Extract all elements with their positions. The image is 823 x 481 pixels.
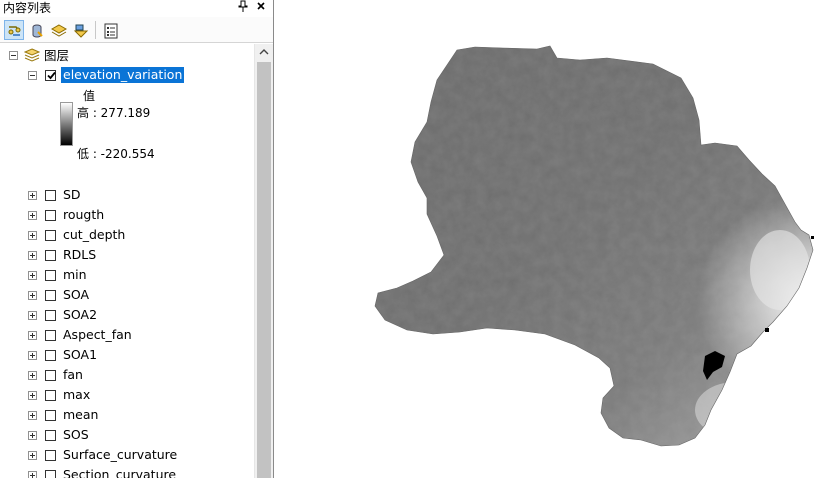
elevation-surface [375, 46, 813, 446]
list-by-drawing-order-button[interactable] [4, 20, 24, 40]
expand-icon[interactable] [28, 251, 37, 260]
layer-label: rougth [63, 207, 105, 222]
layer-visibility-checkbox[interactable] [45, 270, 56, 281]
layer-visibility-checkbox[interactable] [45, 330, 56, 341]
layer-group-row[interactable]: 图层 [0, 47, 254, 65]
layer-row[interactable]: SOS [0, 427, 254, 445]
pin-icon[interactable] [236, 0, 250, 16]
layer-label: RDLS [63, 247, 97, 262]
expand-icon[interactable] [28, 271, 37, 280]
layer-label: cut_depth [63, 227, 126, 242]
toc-title: 内容列表 [3, 1, 52, 15]
layer-row[interactable]: RDLS [0, 247, 254, 265]
layer-label: SOA1 [63, 347, 98, 362]
list-by-visibility-button[interactable] [48, 20, 68, 40]
layer-label: Aspect_fan [63, 327, 132, 342]
legend-high-label: 高 : 277.189 [77, 106, 151, 120]
expand-icon[interactable] [28, 331, 37, 340]
layer-row[interactable]: SOA [0, 287, 254, 305]
low-value-speck [765, 328, 769, 332]
toc-vertical-scrollbar[interactable] [254, 44, 273, 478]
expand-icon[interactable] [28, 411, 37, 420]
layer-label: SOA2 [63, 307, 98, 322]
layer-label: fan [63, 367, 83, 382]
layer-visibility-checkbox[interactable] [45, 250, 56, 261]
layer-visibility-checkbox[interactable] [45, 350, 56, 361]
low-value-speck [811, 236, 814, 239]
layer-tree: 图层 elevation_variation 值 高 : 277.189 低 :… [0, 44, 254, 478]
layer-row-elevation-variation[interactable]: elevation_variation [0, 67, 254, 85]
checkmark-icon [47, 71, 56, 80]
layer-row[interactable]: cut_depth [0, 227, 254, 245]
layer-row[interactable]: max [0, 387, 254, 405]
layer-row[interactable]: fan [0, 367, 254, 385]
collapse-icon[interactable] [28, 71, 37, 80]
close-icon[interactable] [254, 0, 268, 16]
layer-visibility-checkbox[interactable] [45, 230, 56, 241]
expand-icon[interactable] [28, 371, 37, 380]
table-of-contents-panel: 内容列表 图层 elevation_variation 值 高: 277.18… [0, 0, 274, 478]
legend-low-label: 低 : -220.554 [77, 147, 155, 161]
expand-icon[interactable] [28, 231, 37, 240]
layer-row[interactable]: SOA1 [0, 347, 254, 365]
options-icon [104, 23, 118, 39]
layer-visibility-checkbox[interactable] [45, 290, 56, 301]
list-by-selection-button[interactable] [70, 20, 90, 40]
expand-icon[interactable] [28, 291, 37, 300]
layer-visibility-checkbox[interactable] [45, 390, 56, 401]
layer-row[interactable]: mean [0, 407, 254, 425]
layer-visibility-checkbox[interactable] [45, 70, 56, 81]
layer-row[interactable]: SOA2 [0, 307, 254, 325]
list-by-source-button[interactable] [26, 20, 46, 40]
layer-label: Section_curvature [63, 467, 177, 478]
source-icon [32, 24, 43, 38]
visibility-icon [51, 24, 67, 37]
scroll-up-icon[interactable] [255, 44, 273, 61]
layer-visibility-checkbox[interactable] [45, 370, 56, 381]
collapse-icon[interactable] [9, 51, 18, 60]
layer-visibility-checkbox[interactable] [45, 190, 56, 201]
layer-visibility-checkbox[interactable] [45, 450, 56, 461]
layer-row[interactable]: Aspect_fan [0, 327, 254, 345]
elevation-raster [374, 45, 814, 447]
selection-icon [73, 24, 89, 38]
layer-group-label: 图层 [44, 48, 70, 63]
layer-label: max [63, 387, 91, 402]
expand-icon[interactable] [28, 191, 37, 200]
toc-titlebar: 内容列表 [0, 0, 273, 16]
expand-icon[interactable] [28, 451, 37, 460]
drawing-order-icon [8, 26, 21, 36]
legend-field-label: 值 [83, 89, 96, 103]
layer-visibility-checkbox[interactable] [45, 430, 56, 441]
layer-label: SOA [63, 287, 90, 302]
layer-label: SD [63, 187, 81, 202]
layer-label: SOS [63, 427, 89, 442]
layer-visibility-checkbox[interactable] [45, 410, 56, 421]
layer-row[interactable]: Section_curvature [0, 467, 254, 478]
expand-icon[interactable] [28, 211, 37, 220]
expand-icon[interactable] [28, 431, 37, 440]
layer-row[interactable]: Surface_curvature [0, 447, 254, 465]
expand-icon[interactable] [28, 471, 37, 478]
expand-icon[interactable] [28, 391, 37, 400]
layer-visibility-checkbox[interactable] [45, 210, 56, 221]
layer-row[interactable]: rougth [0, 207, 254, 225]
layers-icon [23, 48, 41, 66]
map-view[interactable] [275, 0, 823, 478]
toolbar-separator [95, 21, 96, 39]
layer-row[interactable]: min [0, 267, 254, 285]
layer-label: min [63, 267, 87, 282]
layer-visibility-checkbox[interactable] [45, 310, 56, 321]
layer-label: Surface_curvature [63, 447, 178, 462]
options-button[interactable] [100, 20, 120, 40]
toc-toolbar [0, 17, 273, 43]
layer-label: mean [63, 407, 99, 422]
expand-icon[interactable] [28, 311, 37, 320]
expand-icon[interactable] [28, 351, 37, 360]
layer-row[interactable]: SD [0, 187, 254, 205]
layer-visibility-checkbox[interactable] [45, 470, 56, 478]
scroll-thumb[interactable] [257, 62, 271, 478]
legend-color-ramp [60, 102, 73, 146]
layer-label-selected: elevation_variation [61, 67, 185, 83]
